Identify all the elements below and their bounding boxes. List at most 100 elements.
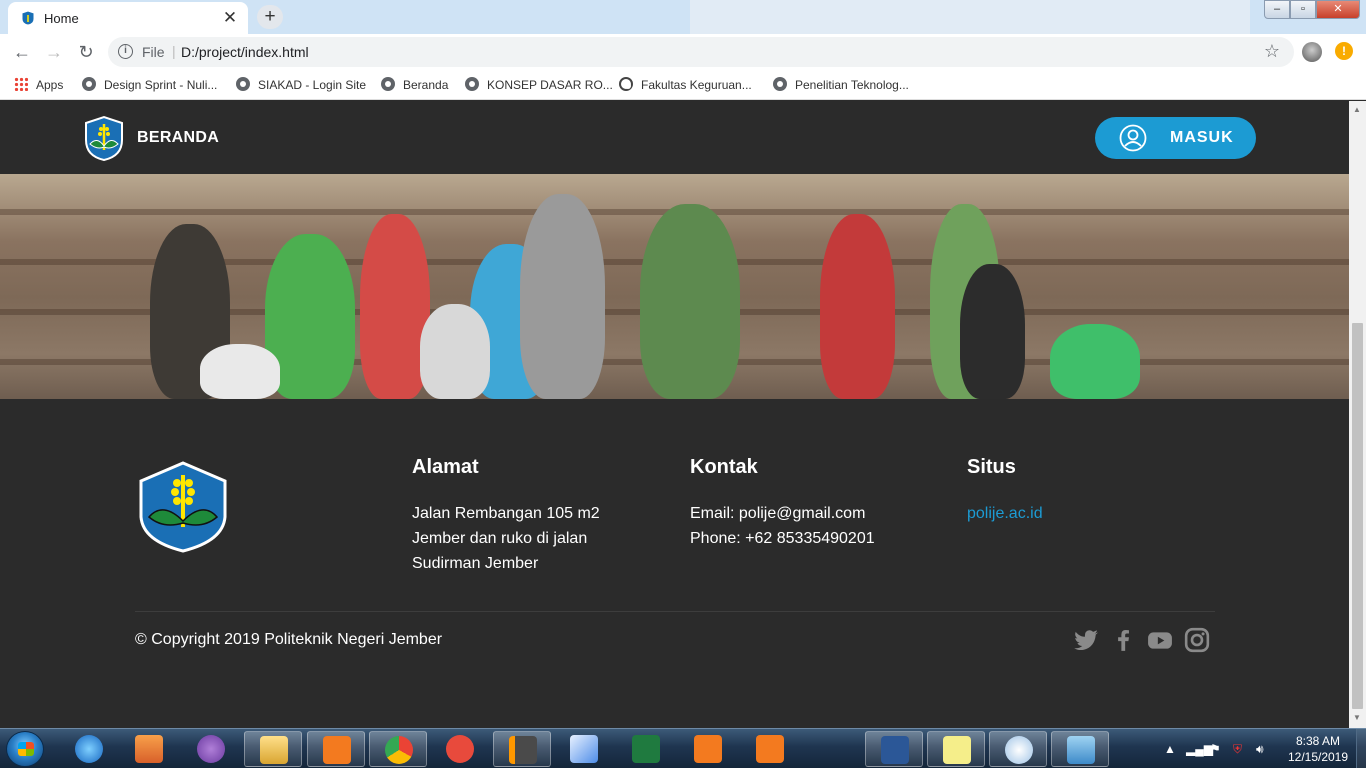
bookmark-siakad[interactable]: SIAKAD - Login Site — [236, 77, 366, 92]
ie-icon — [75, 735, 103, 763]
windows-taskbar: ▲ ▂▄▆ ⚑ ⛨ 🔊︎ 8:38 AM 12/15/2019 — [0, 728, 1366, 768]
user-icon — [1119, 124, 1147, 152]
sublime-text-icon — [509, 736, 537, 764]
globe-icon — [773, 77, 787, 91]
site-link[interactable]: polije.ac.id — [967, 505, 1043, 522]
taskbar-pen-app[interactable] — [555, 731, 613, 767]
pen-app-icon — [570, 735, 598, 763]
bookmark-fakultas[interactable]: Fakultas Keguruan... — [619, 77, 752, 92]
hero-banner-photo — [0, 174, 1349, 399]
globe-icon — [381, 77, 395, 91]
address-heading: Alamat — [412, 456, 479, 478]
taskbar-pocket[interactable] — [431, 731, 489, 767]
background-window — [690, 0, 1250, 34]
minimize-button[interactable]: ‒ — [1264, 0, 1290, 19]
youtube-icon[interactable] — [1147, 627, 1173, 653]
close-window-button[interactable]: ✕ — [1316, 0, 1360, 19]
taskbar-xampp[interactable] — [307, 731, 365, 767]
taskbar-ie[interactable] — [60, 731, 118, 767]
taskbar-photo-viewer[interactable] — [1051, 731, 1109, 767]
taskbar-explorer[interactable] — [244, 731, 302, 767]
address-line: Jember dan ruko di jalan — [412, 530, 588, 547]
address-column: Alamat Jalan Rembangan 105 m2 Jember dan… — [412, 456, 600, 576]
taskbar-chrome[interactable] — [369, 731, 427, 767]
contact-phone: Phone: +62 85335490201 — [690, 530, 875, 547]
url-scheme-label: File — [142, 44, 165, 60]
action-center-flag-icon[interactable]: ⚑ — [1210, 742, 1221, 756]
bookmarks-bar: Apps Design Sprint - Nuli... SIAKAD - Lo… — [0, 70, 1366, 100]
bookmark-star-icon[interactable]: ☆ — [1264, 41, 1280, 62]
url-separator: | — [172, 43, 176, 59]
bookmark-design-sprint[interactable]: Design Sprint - Nuli... — [82, 77, 217, 92]
browser-tab-home[interactable]: Home ✕ — [8, 2, 248, 34]
site-info-icon[interactable]: i — [118, 44, 133, 59]
taskbar-media-player[interactable] — [120, 731, 178, 767]
contact-column: Kontak Email: polije@gmail.com Phone: +6… — [690, 456, 875, 551]
taskbar-paint[interactable] — [989, 731, 1047, 767]
file-explorer-icon — [260, 736, 288, 764]
url-text[interactable]: D:/project/index.html — [181, 44, 309, 60]
taskbar-github[interactable] — [182, 731, 240, 767]
footer-divider — [135, 611, 1215, 612]
scrollbar-thumb[interactable] — [1352, 323, 1363, 709]
tab-title: Home — [44, 11, 79, 26]
taskbar-excel[interactable] — [617, 731, 675, 767]
facebook-icon[interactable] — [1110, 627, 1136, 653]
photo-figure — [640, 204, 740, 399]
site-footer: Alamat Jalan Rembangan 105 m2 Jember dan… — [0, 399, 1349, 728]
window-controls: ‒ ▫ ✕ — [1264, 0, 1360, 20]
show-desktop-button[interactable] — [1356, 729, 1366, 768]
address-bar[interactable]: i File | D:/project/index.html ☆ — [108, 37, 1294, 67]
instagram-icon[interactable] — [1184, 627, 1210, 653]
security-alert-icon[interactable]: ⛨ — [1233, 742, 1242, 757]
login-button[interactable]: MASUK — [1095, 117, 1256, 159]
browser-toolbar: ← → ↻ i File | D:/project/index.html ☆ ! — [0, 34, 1366, 70]
polije-logo-icon[interactable] — [80, 114, 128, 162]
xampp-icon — [323, 736, 351, 764]
twitter-icon[interactable] — [1073, 627, 1099, 653]
screenshot-icon — [694, 735, 722, 763]
taskbar-screenshot[interactable] — [679, 731, 737, 767]
bookmark-beranda[interactable]: Beranda — [381, 77, 448, 92]
taskbar-sticky-notes[interactable] — [927, 731, 985, 767]
word-icon — [881, 736, 909, 764]
bookmark-penelitian[interactable]: Penelitian Teknolog... — [773, 77, 909, 92]
sticky-notes-icon — [943, 736, 971, 764]
triangle-app-icon — [818, 735, 846, 763]
site-navbar: BERANDA MASUK — [0, 101, 1349, 174]
back-arrow-icon[interactable]: ← — [12, 42, 32, 63]
show-hidden-icons-icon[interactable]: ▲ — [1164, 742, 1176, 756]
moon-icon — [619, 77, 633, 91]
chrome-icon — [385, 736, 413, 764]
volume-icon[interactable]: 🔊︎ — [1256, 742, 1264, 757]
bookmark-konsep-dasar[interactable]: KONSEP DASAR RO... — [465, 77, 613, 92]
photo-figure — [520, 194, 605, 399]
reload-icon[interactable]: ↻ — [76, 42, 96, 63]
photo-figure — [200, 344, 280, 399]
start-button[interactable] — [6, 731, 44, 767]
polije-footer-logo-icon — [139, 461, 227, 553]
bookmark-apps[interactable]: Apps — [14, 77, 63, 92]
maximize-button[interactable]: ▫ — [1290, 0, 1316, 19]
page-scrollbar[interactable]: ▲ ▼ — [1349, 101, 1366, 728]
taskbar-triangle-app[interactable] — [803, 731, 861, 767]
taskbar-sublime[interactable] — [493, 731, 551, 767]
forward-arrow-icon[interactable]: → — [44, 42, 64, 63]
login-label: MASUK — [1170, 129, 1234, 146]
clock-time: 8:38 AM — [1295, 734, 1341, 748]
scroll-down-arrow-icon[interactable]: ▼ — [1353, 713, 1361, 722]
new-tab-button[interactable]: + — [257, 5, 283, 29]
taskbar-camera[interactable] — [741, 731, 799, 767]
apps-grid-icon — [14, 77, 28, 91]
system-clock[interactable]: 8:38 AM 12/15/2019 — [1284, 733, 1352, 765]
scroll-up-arrow-icon[interactable]: ▲ — [1353, 105, 1361, 114]
profile-avatar[interactable] — [1302, 42, 1322, 62]
excel-icon — [632, 735, 660, 763]
update-alert-icon[interactable]: ! — [1335, 42, 1353, 60]
nav-brand-link[interactable]: BERANDA — [137, 129, 219, 147]
browser-tab-strip: Home ✕ + ‒ ▫ ✕ — [0, 0, 1366, 34]
tab-close-icon[interactable]: ✕ — [220, 8, 240, 28]
site-favicon-icon — [21, 10, 35, 26]
taskbar-word[interactable] — [865, 731, 923, 767]
network-signal-icon[interactable]: ▂▄▆ — [1186, 742, 1213, 756]
